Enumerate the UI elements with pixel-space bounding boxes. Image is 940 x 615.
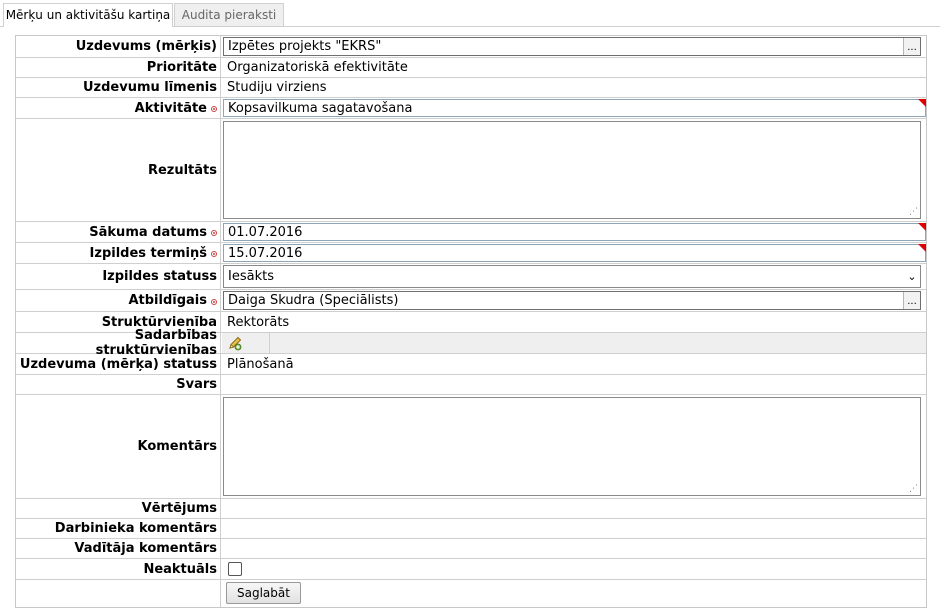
row-activity: Aktivitāte Kopsavilkuma sagatavošana	[16, 98, 926, 119]
resize-grip-icon[interactable]: ⋰	[909, 208, 918, 217]
start-date-value: 01.07.2016	[228, 224, 303, 240]
row-coop-units: Sadarbības struktūrvienības	[16, 328, 926, 358]
row-task-level: Uzdevumu līmenis Studiju virziens	[16, 78, 926, 98]
label-outdated: Neaktuāls	[16, 559, 221, 579]
row-deadline: Izpildes termiņš 15.07.2016	[16, 243, 926, 264]
task-goal-value: Izpētes projekts "EKRS"	[228, 39, 382, 54]
label-responsible: Atbildīgais	[128, 293, 207, 308]
label-activity: Aktivitāte	[134, 100, 207, 116]
label-employee-comment: Darbinieka komentārs	[16, 519, 221, 538]
task-goal-field[interactable]: Izpētes projekts "EKRS" ...	[223, 37, 921, 56]
row-employee-comment: Darbinieka komentārs	[16, 519, 926, 539]
unit-value: Rektorāts	[227, 314, 290, 330]
deadline-input[interactable]: 15.07.2016	[223, 244, 926, 262]
manager-comment-value	[222, 539, 926, 558]
priority-value: Organizatoriskā efektivitāte	[227, 60, 408, 75]
responsible-lookup-button[interactable]: ...	[903, 292, 920, 309]
row-result: Rezultāts ⋰	[16, 119, 926, 222]
label-coop-units: Sadarbības struktūrvienības	[16, 328, 221, 358]
actions-label-cell	[16, 580, 221, 607]
responsible-field[interactable]: Daiga Skudra (Speciālists) ...	[223, 291, 921, 310]
row-start-date: Sākuma datums 01.07.2016	[16, 222, 926, 243]
label-task-status: Uzdevuma (mērķa) statuss	[16, 354, 221, 374]
pencil-icon[interactable]	[227, 335, 243, 351]
label-result: Rezultāts	[16, 119, 221, 221]
outdated-checkbox[interactable]	[228, 562, 242, 576]
row-actions: Saglabāt	[16, 580, 926, 607]
comments-textarea[interactable]: ⋰	[223, 397, 921, 496]
row-comments: Komentārs ⋰	[16, 395, 926, 499]
label-deadline: Izpildes termiņš	[89, 245, 207, 261]
label-rating: Vērtējums	[16, 499, 221, 518]
task-form: Uzdevums (mērķis) Izpētes projekts "EKRS…	[15, 35, 927, 608]
row-responsible: Atbildīgais Daiga Skudra (Speciālists) .…	[16, 290, 926, 312]
label-comments: Komentārs	[16, 395, 221, 498]
label-start-date-wrap: Sākuma datums	[16, 222, 221, 242]
label-responsible-wrap: Atbildīgais	[16, 290, 221, 311]
required-icon	[211, 106, 217, 112]
required-icon	[211, 230, 217, 236]
label-exec-status: Izpildes statuss	[16, 264, 221, 289]
activity-value: Kopsavilkuma sagatavošana	[228, 100, 413, 116]
required-corner-icon	[918, 244, 926, 252]
responsible-value: Daiga Skudra (Speciālists)	[228, 293, 399, 308]
label-task-goal: Uzdevums (mērķis)	[16, 36, 221, 57]
exec-status-value: Iesākts	[228, 269, 274, 284]
row-exec-status: Izpildes statuss Iesākts ⌄	[16, 264, 926, 290]
required-corner-icon	[918, 99, 926, 107]
rating-value	[222, 499, 926, 518]
resize-grip-icon[interactable]: ⋰	[909, 485, 918, 494]
label-task-level: Uzdevumu līmenis	[16, 78, 221, 97]
tab-bar: Mērķu un aktivitāšu kartiņa Audita piera…	[0, 0, 940, 27]
task-goal-lookup-button[interactable]: ...	[903, 38, 920, 55]
required-icon	[211, 298, 217, 305]
required-corner-icon	[918, 223, 926, 231]
row-rating: Vērtējums	[16, 499, 926, 519]
row-task-status: Uzdevuma (mērķa) statuss Plānošanā	[16, 354, 926, 375]
result-textarea[interactable]: ⋰	[223, 121, 921, 219]
task-status-value: Plānošanā	[227, 356, 294, 372]
tab-card[interactable]: Mērķu un aktivitāšu kartiņa	[3, 3, 173, 27]
exec-status-select[interactable]: Iesākts ⌄	[223, 265, 921, 288]
tab-audit[interactable]: Audita pieraksti	[174, 3, 284, 26]
label-weight: Svars	[16, 375, 221, 394]
label-deadline-wrap: Izpildes termiņš	[16, 243, 221, 263]
start-date-input[interactable]: 01.07.2016	[223, 223, 926, 241]
label-manager-comment: Vadītāja komentārs	[16, 539, 221, 558]
save-button[interactable]: Saglabāt	[226, 582, 301, 604]
employee-comment-value	[222, 519, 926, 538]
deadline-value: 15.07.2016	[228, 245, 303, 261]
activity-input[interactable]: Kopsavilkuma sagatavošana	[223, 99, 926, 117]
label-activity-wrap: Aktivitāte	[16, 98, 221, 118]
row-manager-comment: Vadītāja komentārs	[16, 539, 926, 559]
label-priority: Prioritāte	[16, 58, 221, 77]
required-icon	[211, 251, 217, 257]
row-task-goal: Uzdevums (mērķis) Izpētes projekts "EKRS…	[16, 36, 926, 58]
row-weight: Svars	[16, 375, 926, 395]
label-start-date: Sākuma datums	[89, 224, 207, 240]
row-priority: Prioritāte Organizatoriskā efektivitāte	[16, 58, 926, 78]
task-level-value: Studiju virziens	[227, 80, 327, 95]
coop-units-edit-cell	[222, 333, 270, 353]
row-outdated: Neaktuāls	[16, 559, 926, 580]
weight-value	[222, 375, 926, 394]
chevron-down-icon: ⌄	[907, 270, 917, 283]
